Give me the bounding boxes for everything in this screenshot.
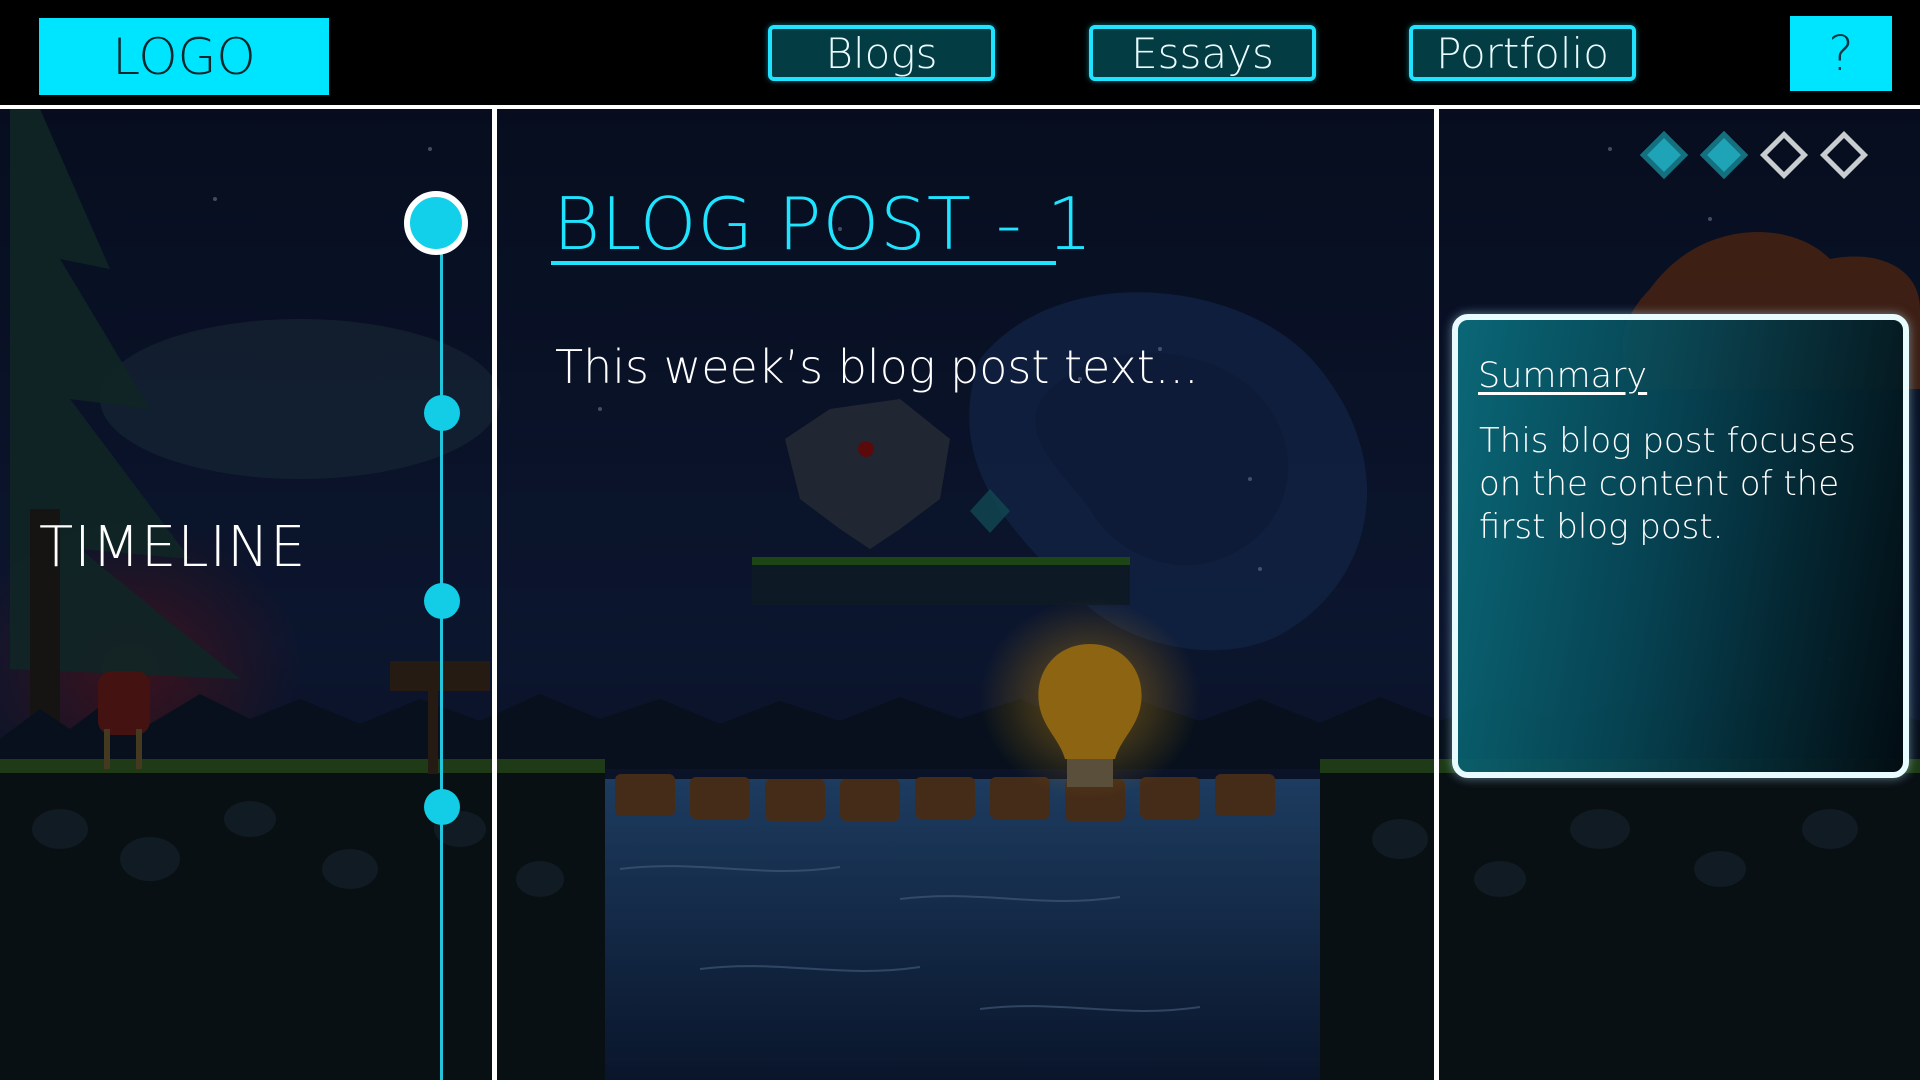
timeline-label: TIMELINE [39, 515, 307, 580]
post-title: BLOG POST - 1 [553, 182, 1094, 266]
column-divider-left [492, 109, 497, 1080]
help-button[interactable]: ? [1790, 16, 1892, 91]
post-title-underline [551, 261, 1056, 265]
timeline-node-4[interactable] [424, 789, 460, 825]
timeline-node-1[interactable] [404, 191, 468, 255]
logo[interactable]: LOGO [39, 18, 329, 95]
column-divider-right [1434, 109, 1439, 1080]
timeline-track [440, 230, 443, 1080]
summary-card: Summary This blog post focuses on the co… [1452, 314, 1909, 778]
post-text: This week’s blog post text... [555, 340, 1199, 394]
summary-body: This blog post focuses on the content of… [1479, 421, 1856, 547]
nav-essays-button[interactable]: Essays [1089, 25, 1316, 81]
timeline-node-2[interactable] [424, 395, 460, 431]
summary-heading: Summary [1478, 356, 1648, 396]
nav-portfolio-button[interactable]: Portfolio [1409, 25, 1636, 81]
timeline-node-3[interactable] [424, 583, 460, 619]
nav-blogs-button[interactable]: Blogs [768, 25, 995, 81]
top-bar-divider [0, 105, 1920, 109]
